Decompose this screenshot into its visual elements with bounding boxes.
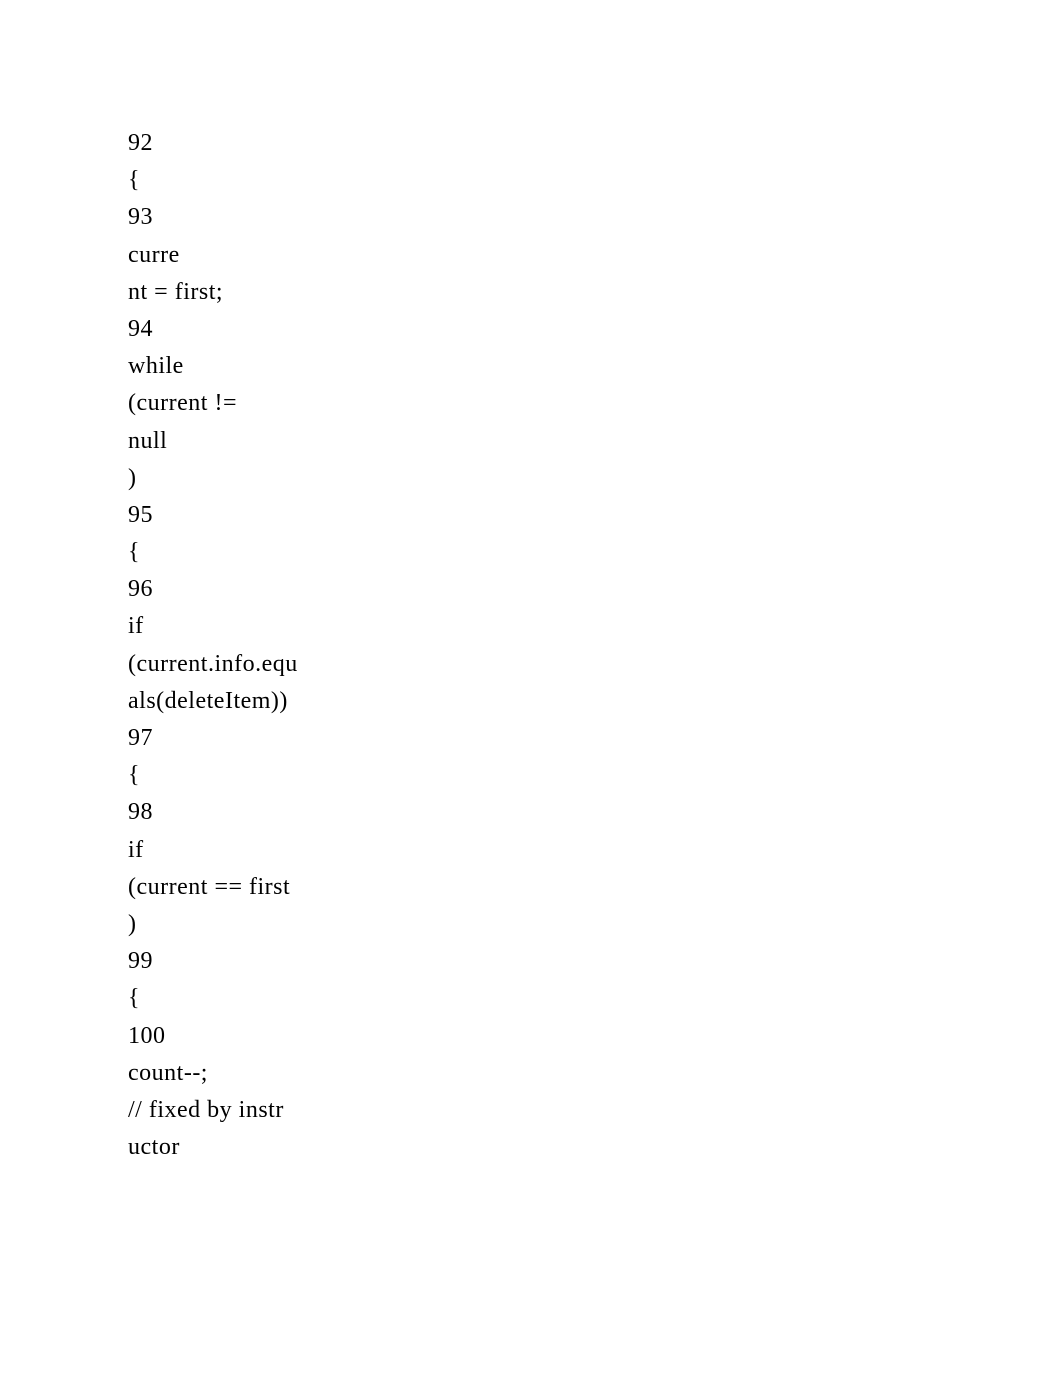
code-line: (current == first [128,869,1062,906]
code-line: 96 [128,571,1062,608]
code-line: 97 [128,720,1062,757]
code-line: if [128,608,1062,645]
code-line: (current.info.equ [128,646,1062,683]
code-line: if [128,832,1062,869]
code-line: als(deleteItem)) [128,683,1062,720]
code-line: // fixed by instr [128,1092,1062,1129]
code-line: ) [128,460,1062,497]
code-line: uctor [128,1129,1062,1166]
code-line: 98 [128,794,1062,831]
code-line: 99 [128,943,1062,980]
code-line: { [128,757,1062,794]
code-line: 93 [128,199,1062,236]
code-line: ) [128,906,1062,943]
code-line: while [128,348,1062,385]
code-line: 92 [128,125,1062,162]
code-line: count--; [128,1055,1062,1092]
document-page: 92 { 93 curre nt = first; 94 while (curr… [0,0,1062,1376]
code-line: null [128,423,1062,460]
code-line: nt = first; [128,274,1062,311]
code-line: { [128,534,1062,571]
code-line: 95 [128,497,1062,534]
code-line: { [128,980,1062,1017]
code-line: { [128,162,1062,199]
code-line: 94 [128,311,1062,348]
code-line: curre [128,237,1062,274]
code-line: (current != [128,385,1062,422]
code-line: 100 [128,1018,1062,1055]
